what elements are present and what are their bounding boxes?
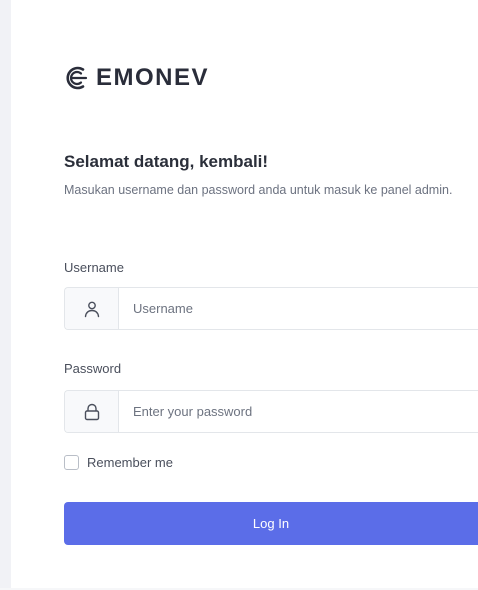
username-addon — [65, 288, 119, 329]
password-field[interactable] — [119, 391, 478, 432]
login-page: EMONEV Selamat datang, kembali! Masukan … — [0, 0, 478, 590]
left-sidebar-edge — [0, 0, 11, 590]
lock-icon — [84, 403, 99, 420]
username-field[interactable] — [119, 288, 478, 329]
page-title: Selamat datang, kembali! — [64, 152, 269, 171]
username-label: Username — [64, 260, 124, 275]
remember-me-label[interactable]: Remember me — [87, 455, 173, 470]
emonev-logo-icon — [66, 66, 88, 90]
page-subtitle: Masukan username dan password anda untuk… — [64, 183, 453, 197]
user-icon — [84, 301, 99, 317]
remember-me-checkbox[interactable] — [64, 455, 79, 470]
remember-me[interactable]: Remember me — [64, 455, 173, 470]
password-addon — [65, 391, 119, 432]
password-label: Password — [64, 361, 122, 376]
brand-name: EMONEV — [96, 64, 210, 91]
login-button[interactable]: Log In — [64, 502, 478, 545]
password-input-group — [64, 390, 478, 433]
username-input-group — [64, 287, 478, 330]
brand-logo: EMONEV — [62, 64, 209, 92]
